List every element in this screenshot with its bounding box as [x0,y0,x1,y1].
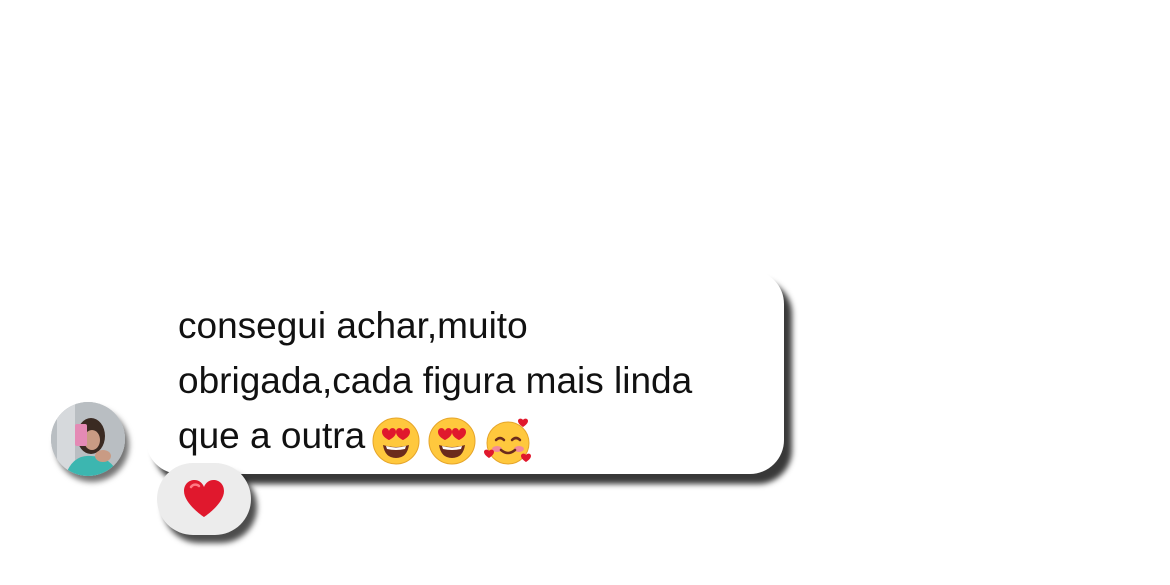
avatar-photo [51,402,125,476]
message-line: que a outra [178,415,366,456]
message-line: consegui achar,muito [178,305,528,346]
red-heart-icon [184,480,224,517]
emoji-row [371,411,539,466]
heart-eyes-emoji-icon [428,417,476,465]
reaction-pill[interactable] [157,463,251,535]
smiling-face-with-hearts-emoji-icon [484,418,532,465]
message-bubble[interactable]: consegui achar,muito obrigada,cada figur… [146,270,784,474]
heart-eyes-emoji-icon [372,417,420,465]
message-line-last: que a outra [178,408,768,466]
message-text: consegui achar,muito obrigada,cada figur… [178,298,768,466]
sender-avatar[interactable] [51,402,125,476]
message-line: obrigada,cada figura mais linda [178,360,693,401]
